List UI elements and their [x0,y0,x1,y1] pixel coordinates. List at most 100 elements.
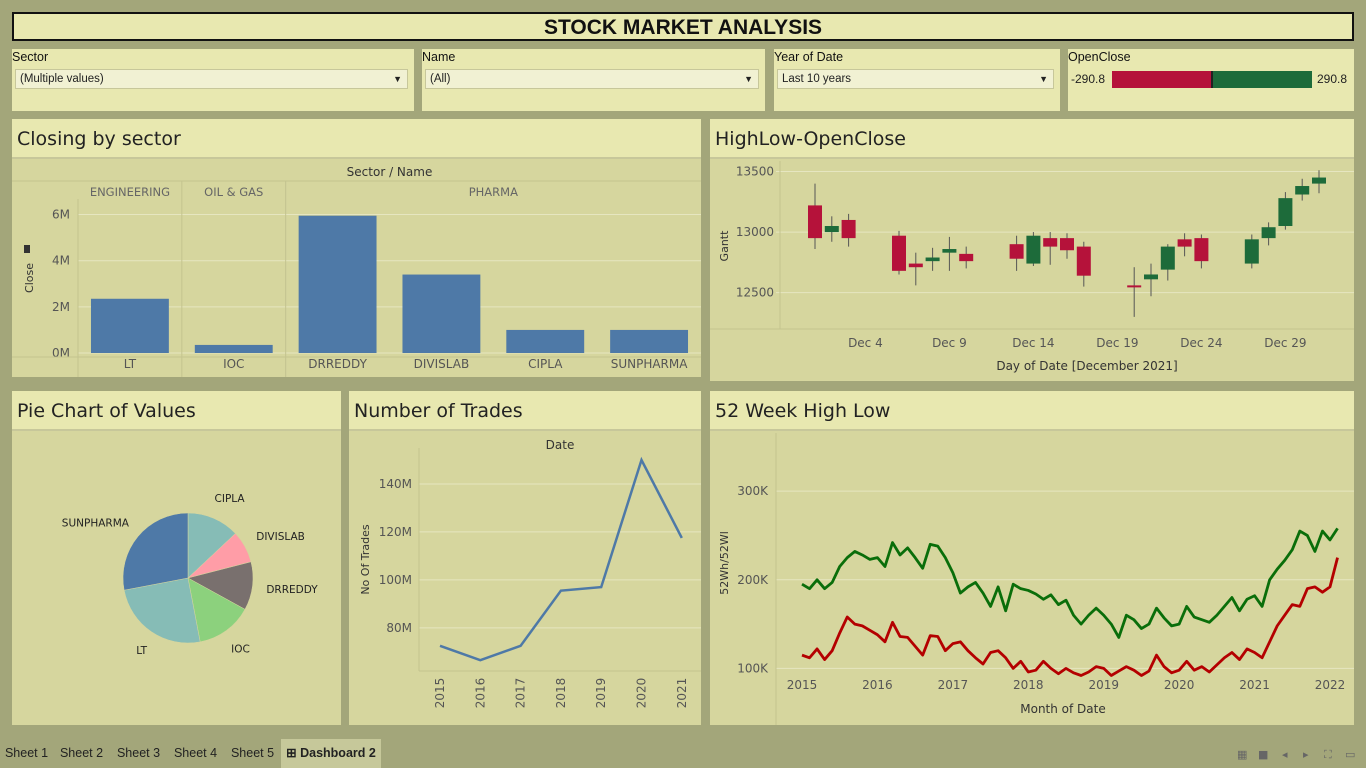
openclose-label: OpenClose [1068,50,1131,64]
hilo-x-tick: Dec 24 [1180,336,1222,350]
closing-bar [194,344,273,353]
trades-x-tick: 2016 [473,678,487,709]
previous-icon[interactable]: ◂ [1282,748,1288,761]
closing-panel: Closing by sector Sector / Name Close 0M 2M… [12,119,701,377]
tab-dashboard-2[interactable]: ⊞ Dashboard 2 [281,739,381,768]
year-dropdown[interactable]: Last 10 years ▼ [777,69,1054,89]
hilo-x-tick: Dec 14 [1012,336,1054,350]
next-icon[interactable]: ▸ [1303,748,1309,761]
hilo-chart: 12500 13000 13500 Gantt Dec 4 Dec 9 Dec 14 Dec … [710,161,1354,373]
trades-x-tick: 2021 [675,678,689,709]
closing-header: Sector / Name [347,165,433,179]
chevron-down-icon: ▼ [393,74,402,84]
closing-x-tick: IOC [223,357,244,371]
closing-bar [298,215,377,353]
closing-chart: Sector / Name Close 0M 2M 4M 6M ENGINEERING LT O… [12,165,701,377]
wk52-y-tick: 100K [737,661,769,675]
trades-x-tick: 2015 [433,678,447,709]
hilo-candle [1278,198,1293,227]
hilo-x-tick: Dec 9 [932,336,967,350]
hilo-panel: HighLow-OpenClose 12500 13000 13500 Gantt De… [710,119,1354,381]
hilo-candle [1043,238,1058,247]
openclose-midpoint [1211,71,1213,88]
tab-sheet-2[interactable]: Sheet 2 [53,739,110,768]
single-view-icon[interactable]: ■ [1258,748,1268,761]
presentation-icon[interactable]: ▭ [1345,748,1355,761]
year-filter: Year of Date Last 10 years ▼ [774,49,1060,111]
trades-y-tick: 120M [379,525,412,539]
hilo-candle [908,263,923,268]
chevron-down-icon: ▼ [1039,74,1048,84]
hilo-candle [942,249,957,253]
chevron-down-icon: ▼ [744,74,753,84]
wk52-x-tick: 2016 [862,678,893,692]
wk52-x-tick: 2015 [787,678,818,692]
wk52-chart: 100K 200K 300K 52Wh/52Wl 2015 2016 2017 2018 201… [718,433,1354,725]
closing-x-tick: DRREDDY [308,357,367,371]
pie-panel: Pie Chart of Values CIPLA DIVISLAB DRREDDY… [12,391,341,725]
trades-chart: Date 80M 100M 120M 140M No Of Trades 2015 2016 2… [359,438,701,709]
tab-sheet-5[interactable]: Sheet 5 [224,739,281,768]
tab-sheet-1[interactable]: Sheet 1 [0,739,53,768]
pie-label: CIPLA [215,493,246,505]
sector-filter-label: Sector [12,50,49,64]
pie-title: Pie Chart of Values [12,391,341,431]
hilo-y-tick: 13000 [736,225,774,239]
hilo-candle [1060,238,1074,251]
pie-label: LT [136,645,147,657]
wk52-title: 52 Week High Low [710,391,1354,431]
closing-x-tick: LT [124,357,137,371]
hilo-candle [808,205,822,239]
year-filter-label: Year of Date [774,50,844,64]
closing-x-tick: CIPLA [528,357,563,371]
closing-sector-label: OIL & GAS [204,185,263,199]
hilo-candle [1312,177,1326,184]
wk52-x-tick: 2019 [1088,678,1119,692]
sector-dropdown-value: (Multiple values) [20,73,104,85]
wk52-x-tick: 2017 [938,678,969,692]
hilo-candle [1144,274,1158,280]
wk52-x-tick: 2020 [1164,678,1195,692]
fullscreen-icon[interactable]: ⛶ [1324,748,1332,762]
hilo-candle [1194,238,1209,262]
name-dropdown[interactable]: (All) ▼ [425,69,759,89]
hilo-candle [1026,235,1041,264]
pie-chart: CIPLA DIVISLAB DRREDDY IOC LT SUNPHARMA [62,493,318,657]
hilo-x-tick: Dec 29 [1264,336,1306,350]
hilo-y-tick: 13500 [736,164,774,178]
trades-x-tick: 2020 [635,678,649,709]
grid-view-icon[interactable]: ▦ [1237,748,1247,761]
hilo-candle [1127,285,1142,288]
hilo-candle [1177,239,1192,247]
closing-y-tick: 6M [52,208,70,222]
hilo-candle [1244,239,1259,264]
year-dropdown-value: Last 10 years [782,73,852,85]
hilo-x-tick: Dec 19 [1096,336,1138,350]
tab-sheet-3[interactable]: Sheet 3 [110,739,167,768]
openclose-max: 290.8 [1317,72,1348,86]
pie-slice [122,512,189,591]
axis-sort-icon [24,245,30,253]
hilo-y-label: Gantt [718,230,731,262]
wk52-x-tick: 2018 [1013,678,1044,692]
wk52-x-tick: 2021 [1239,678,1270,692]
trades-panel: Number of Trades Date 80M 100M 120M 140M No O… [349,391,701,725]
tab-sheet-4[interactable]: Sheet 4 [167,739,224,768]
openclose-negative-ramp [1112,71,1212,88]
trades-y-tick: 100M [379,573,412,587]
trades-header: Date [546,438,575,452]
closing-y-label: Close [23,263,36,293]
sheet-tabs: Sheet 1 Sheet 2 Sheet 3 Sheet 4 Sheet 5 ⊞ Das… [0,739,1366,768]
name-dropdown-value: (All) [430,73,451,85]
hilo-candle [959,253,974,262]
closing-y-tick: 4M [52,254,70,268]
closing-y-tick: 2M [52,300,70,314]
sector-dropdown[interactable]: (Multiple values) ▼ [15,69,408,89]
hilo-candle [841,219,856,239]
hilo-candle [1295,186,1310,195]
wk52-x-label: Month of Date [1020,702,1106,716]
hilo-candle [1009,244,1024,259]
wk52-panel: 52 Week High Low 100K 200K 300K 52Wh/52Wl 20… [710,391,1354,725]
trades-y-tick: 140M [379,477,412,491]
hilo-candle [1076,246,1091,276]
